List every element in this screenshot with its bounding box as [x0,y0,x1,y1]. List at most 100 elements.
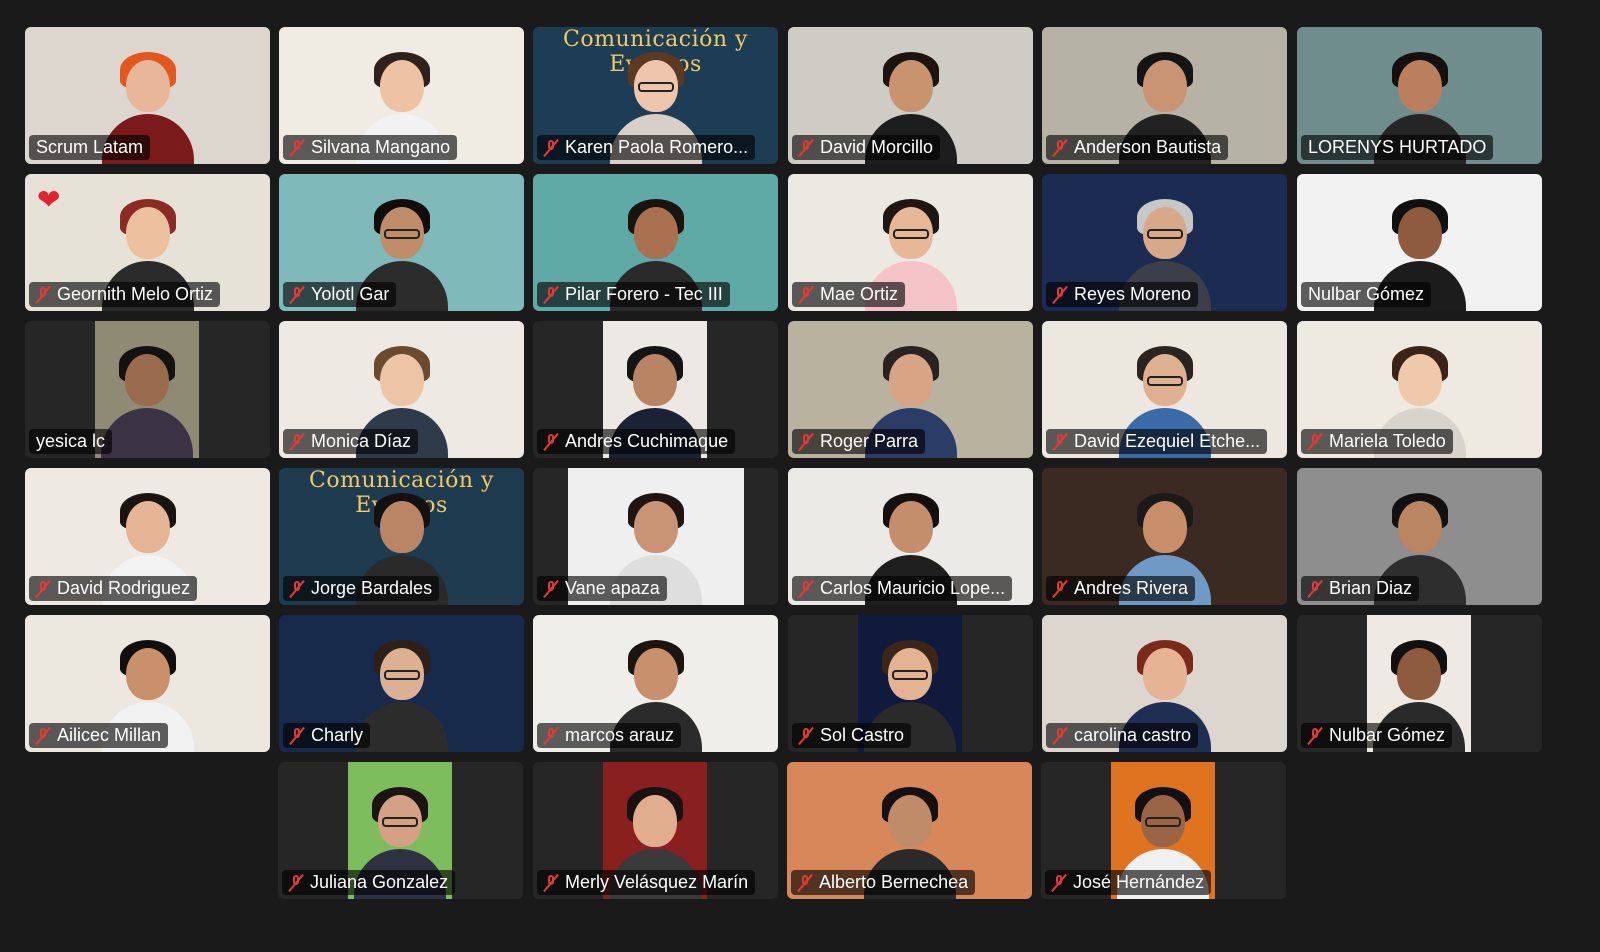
muted-mic-icon [1049,873,1069,893]
participant-name: Nulbar Gómez [1329,725,1446,745]
participant-name-tag: Brian Diaz [1301,576,1420,601]
participant-name: Vane apaza [565,578,660,598]
video-tile-anderson-bautista[interactable]: Anderson Bautista [1042,27,1287,164]
participant-name: Anderson Bautista [1074,137,1222,157]
muted-mic-icon [286,873,306,893]
muted-mic-icon [796,579,816,599]
muted-mic-icon [287,432,307,452]
video-tile-carlos-mauricio-lope[interactable]: Carlos Mauricio Lope... [788,468,1033,605]
participant-video [101,340,193,458]
participant-name-tag: Jorge Bardales [283,576,440,601]
participant-name-tag: Nulbar Gómez [1301,282,1432,307]
participant-name-tag: carolina castro [1046,723,1199,748]
video-tile-reyes-moreno[interactable]: Reyes Moreno [1042,174,1287,311]
muted-mic-icon [796,432,816,452]
video-tile-carolina-castro[interactable]: carolina castro [1042,615,1287,752]
participant-name-tag: José Hernández [1045,870,1212,895]
glasses-icon [1146,376,1183,386]
participant-name: David Morcillo [820,137,934,157]
video-tile-pilar-forero-tec-iii[interactable]: Pilar Forero - Tec III [533,174,778,311]
participant-name: Juliana Gonzalez [310,872,449,892]
muted-mic-icon [796,138,816,158]
glasses-icon [892,229,929,239]
participant-name: Scrum Latam [36,137,144,157]
participant-name-tag: LORENYS HURTADO [1301,135,1494,160]
muted-mic-icon [287,285,307,305]
participant-name: Alberto Bernechea [819,872,969,892]
participant-name-tag: Yolotl Gar [283,282,397,307]
muted-mic-icon [1050,579,1070,599]
video-tile-alberto-bernechea[interactable]: Alberto Bernechea [787,762,1032,899]
participant-name: Silvana Mangano [311,137,451,157]
video-tile-marcos-arauz[interactable]: marcos arauz [533,615,778,752]
video-tile-geornith-melo-ortiz[interactable]: ❤ Geornith Melo Ortiz [25,174,270,311]
participant-name-tag: Carlos Mauricio Lope... [792,576,1013,601]
video-tile-scrum-latam[interactable]: Scrum Latam [25,27,270,164]
video-tile-nulbar-gomez[interactable]: Nulbar Gómez [1297,615,1542,752]
muted-mic-icon [541,579,561,599]
video-tile-david-morcillo[interactable]: David Morcillo [788,27,1033,164]
muted-mic-icon [1050,285,1070,305]
video-tile-roger-parra[interactable]: Roger Parra [788,321,1033,458]
muted-mic-icon [541,285,561,305]
video-tile-monica-diaz[interactable]: Monica Díaz [279,321,524,458]
video-tile-ailicec-millan[interactable]: Ailicec Millan [25,615,270,752]
muted-mic-icon [287,579,307,599]
muted-mic-icon [541,726,561,746]
video-tile-merly-velasquez-marin[interactable]: Merly Velásquez Marín [533,762,778,899]
participant-name: Monica Díaz [311,431,412,451]
participant-name: Mariela Toledo [1329,431,1446,451]
muted-mic-icon [33,726,53,746]
muted-mic-icon [1305,432,1325,452]
video-tile-brian-diaz[interactable]: Brian Diaz [1297,468,1542,605]
glasses-icon [383,670,420,680]
participant-name: José Hernández [1073,872,1205,892]
video-tile-charly[interactable]: Charly [279,615,524,752]
participant-name: David Rodriguez [57,578,191,598]
video-tile-juliana-gonzalez[interactable]: Juliana Gonzalez [278,762,523,899]
muted-mic-icon [1050,138,1070,158]
participant-name-tag: Merly Velásquez Marín [537,870,756,895]
video-tile-karen-paola-romero[interactable]: Comunicación y EventosKaren Paola Romero… [533,27,778,164]
video-tile-mae-ortiz[interactable]: Mae Ortiz [788,174,1033,311]
video-tile-andres-rivera[interactable]: Andres Rivera [1042,468,1287,605]
muted-mic-icon [796,726,816,746]
participant-name-tag: David Morcillo [792,135,941,160]
participant-name-tag: marcos arauz [537,723,682,748]
video-tile-david-rodriguez[interactable]: David Rodriguez [25,468,270,605]
participant-name: Carlos Mauricio Lope... [820,578,1006,598]
glasses-icon [1146,229,1183,239]
participant-name: Merly Velásquez Marín [565,872,749,892]
participant-name: carolina castro [1074,725,1192,745]
video-tile-sol-castro[interactable]: Sol Castro [788,615,1033,752]
participant-name-tag: Scrum Latam [29,135,151,160]
video-tile-david-ezequiel-etche[interactable]: David Ezequiel Etche... [1042,321,1287,458]
participant-name-tag: Reyes Moreno [1046,282,1199,307]
participant-name: Geornith Melo Ortiz [57,284,214,304]
video-tile-lorenys-hurtado[interactable]: LORENYS HURTADO [1297,27,1542,164]
participant-name-tag: yesica lc [29,429,113,454]
video-tile-yolotl-gar[interactable]: Yolotl Gar [279,174,524,311]
video-tile-silvana-mangano[interactable]: Silvana Mangano [279,27,524,164]
video-tile-andres-cuchimaque[interactable]: Andres Cuchimaque [533,321,778,458]
video-tile-mariela-toledo[interactable]: Mariela Toledo [1297,321,1542,458]
muted-mic-icon [1305,726,1325,746]
participant-name: Charly [311,725,364,745]
participant-name: Sol Castro [820,725,905,745]
participant-name: Yolotl Gar [311,284,390,304]
glasses-icon [892,670,928,680]
muted-mic-icon [33,285,53,305]
participant-name: Karen Paola Romero... [565,137,749,157]
muted-mic-icon [287,726,307,746]
video-tile-yesica-lc[interactable]: yesica lc [25,321,270,458]
glasses-icon [1145,817,1181,827]
glasses-icon [637,82,674,92]
video-tile-vane-apaza[interactable]: Vane apaza [533,468,778,605]
participant-name-tag: Alberto Bernechea [791,870,976,895]
video-tile-jorge-bardales[interactable]: Comunicación y EventosJorge Bardales [279,468,524,605]
participant-name: marcos arauz [565,725,675,745]
muted-mic-icon [33,579,53,599]
participant-name-tag: Ailicec Millan [29,723,169,748]
video-tile-nulbar-gomez[interactable]: Nulbar Gómez [1297,174,1542,311]
video-tile-jose-hernandez[interactable]: José Hernández [1041,762,1286,899]
